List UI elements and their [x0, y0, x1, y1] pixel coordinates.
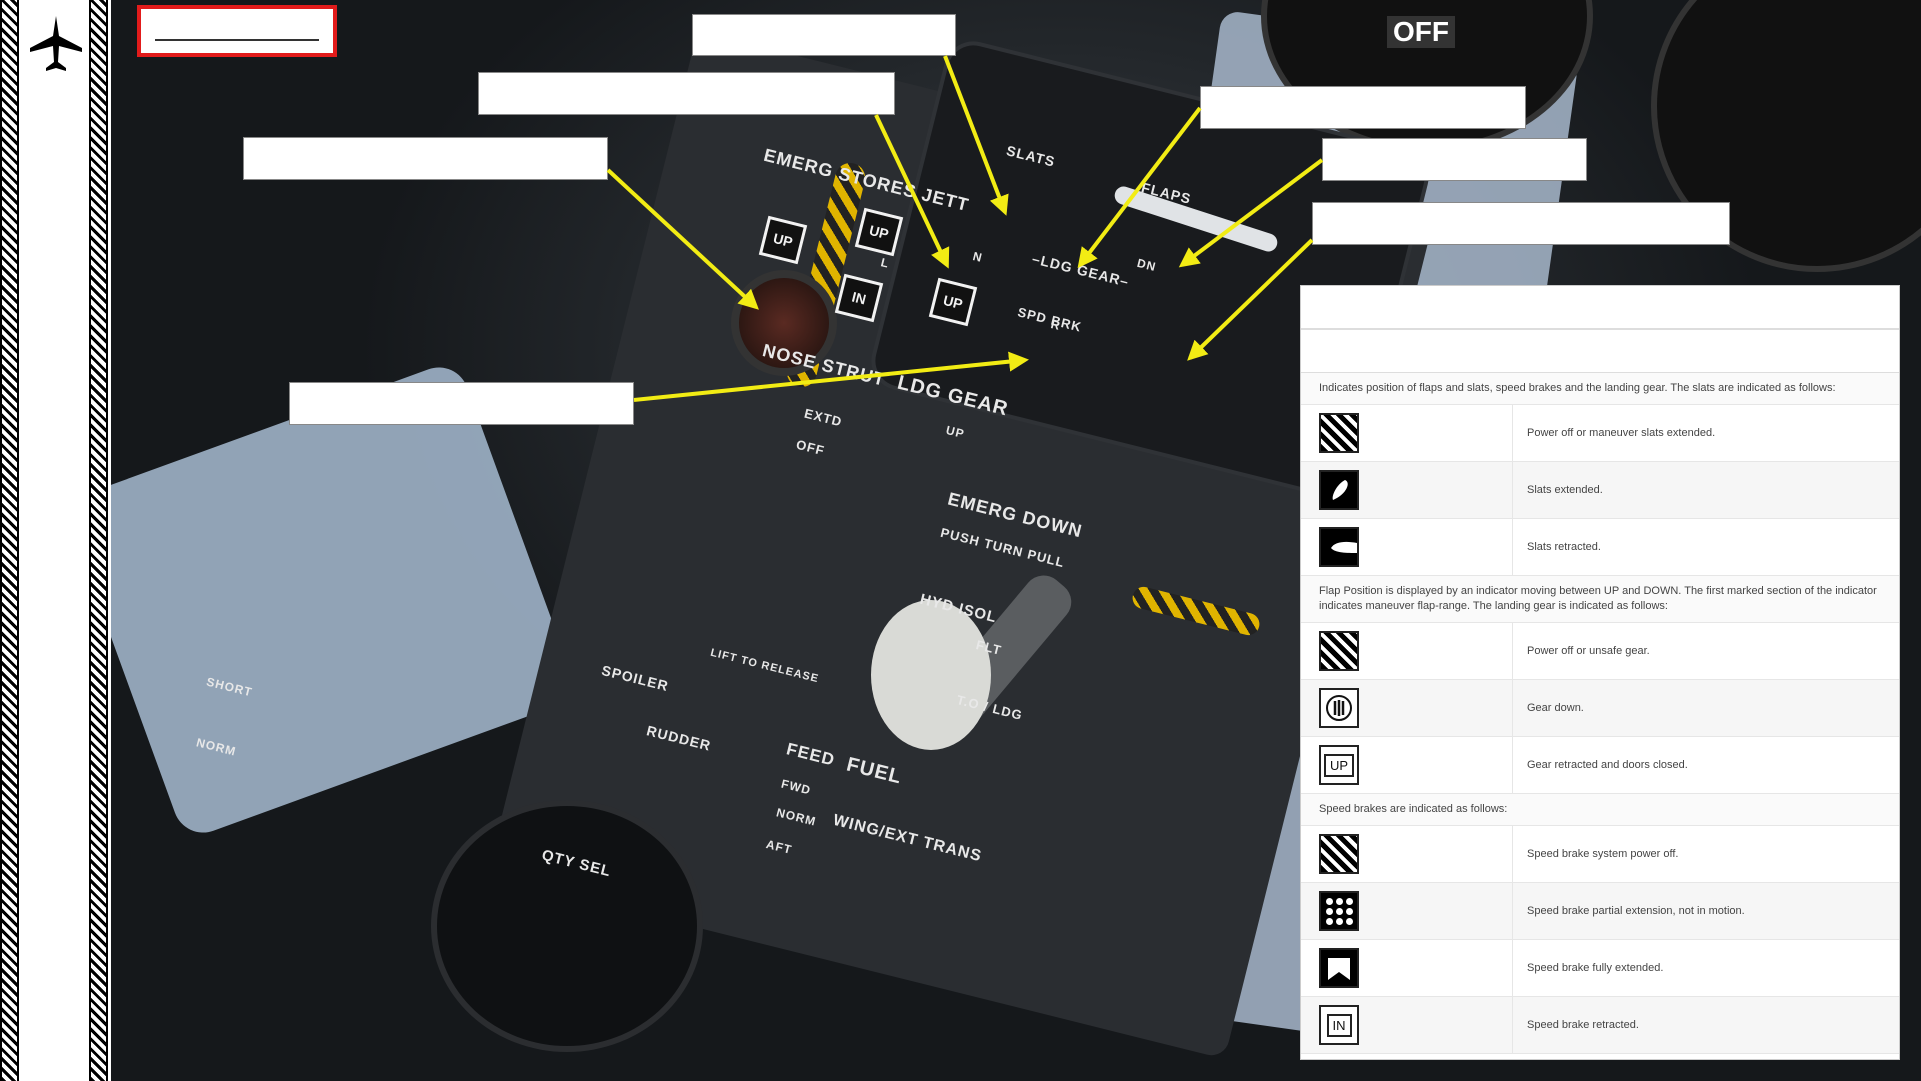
- callout-right-gear-indicator: [1312, 202, 1730, 245]
- legend-header: [1301, 286, 1899, 330]
- legend-flap-note: Flap Position is displayed by an indicat…: [1301, 576, 1899, 623]
- slat-retracted-icon: [1319, 527, 1359, 567]
- legend-row: UP Gear retracted and doors closed.: [1301, 737, 1899, 794]
- landing-gear-handle[interactable]: [871, 600, 991, 750]
- legend-row: Slats retracted.: [1301, 519, 1899, 576]
- legend-row: Speed brake fully extended.: [1301, 940, 1899, 997]
- slat-extended-icon: [1319, 470, 1359, 510]
- legend-row-text: Speed brake partial extension, not in mo…: [1527, 905, 1745, 917]
- legend-row: Power off or maneuver slats extended.: [1301, 405, 1899, 462]
- speedbrake-extended-icon: [1319, 948, 1359, 988]
- legend-row-text: Speed brake retracted.: [1527, 1019, 1639, 1031]
- legend-row-text: Gear retracted and doors closed.: [1527, 759, 1688, 771]
- legend-row-text: Power off or maneuver slats extended.: [1527, 427, 1716, 439]
- legend-subheader: [1301, 330, 1899, 373]
- speedbrake-in-label: IN: [1326, 1013, 1352, 1037]
- legend-speedbrake-note: Speed brakes are indicated as follows:: [1301, 794, 1899, 826]
- gear-up-icon: UP: [1319, 745, 1359, 785]
- hatched-square-icon: [1319, 413, 1359, 453]
- page-title-box: [137, 5, 337, 57]
- legend-row: Speed brake partial extension, not in mo…: [1301, 883, 1899, 940]
- speedbrake-retracted-icon: IN: [1319, 1005, 1359, 1045]
- hatched-border-left: [0, 0, 19, 1081]
- left-sidebar: [0, 0, 111, 1081]
- legend-row-text: Gear down.: [1527, 702, 1584, 714]
- callout-emerg-stores-jettison: [243, 137, 608, 180]
- legend-row-text: Slats retracted.: [1527, 541, 1601, 553]
- hatched-square-icon: [1319, 631, 1359, 671]
- dotted-square-icon: [1319, 891, 1359, 931]
- gear-down-icon: [1319, 688, 1359, 728]
- callout-speed-brake-indicator: [289, 382, 634, 425]
- legend-intro: Indicates position of flaps and slats, s…: [1301, 373, 1899, 405]
- legend-row-text: Slats extended.: [1527, 484, 1603, 496]
- hatched-border-right: [89, 0, 108, 1081]
- gear-up-label: UP: [1323, 753, 1355, 777]
- legend-row: Speed brake system power off.: [1301, 826, 1899, 883]
- canopy-rail-left: [111, 359, 580, 841]
- callout-left-gear-indicator: [478, 72, 895, 115]
- legend-row-text: Power off or unsafe gear.: [1527, 645, 1650, 657]
- legend-row-text: Speed brake system power off.: [1527, 848, 1679, 860]
- jet-aircraft-icon: [30, 16, 82, 71]
- legend-row: IN Speed brake retracted.: [1301, 997, 1899, 1054]
- legend-row: Power off or unsafe gear.: [1301, 623, 1899, 680]
- callout-flaps-indicator: [1322, 138, 1587, 181]
- hatched-square-icon: [1319, 834, 1359, 874]
- gauge-off-flag: OFF: [1387, 16, 1455, 48]
- callout-slats-indicator: [692, 14, 956, 56]
- legend-row: Gear down.: [1301, 680, 1899, 737]
- indicator-legend-table: Indicates position of flaps and slats, s…: [1300, 285, 1900, 1060]
- callout-nose-gear-indicator: [1200, 86, 1526, 129]
- legend-row: Slats extended.: [1301, 462, 1899, 519]
- spoiler-rudder-gauge: [431, 800, 703, 1052]
- title-underline: [155, 39, 319, 41]
- legend-row-text: Speed brake fully extended.: [1527, 962, 1664, 974]
